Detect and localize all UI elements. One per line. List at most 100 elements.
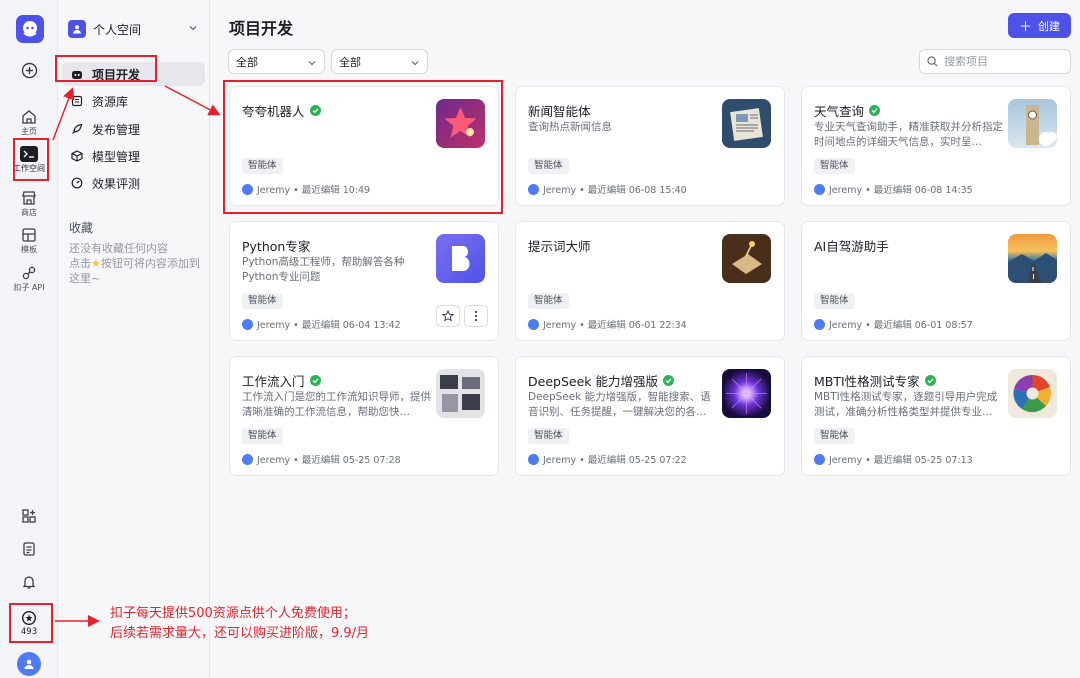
card-title: 新闻智能体 (528, 101, 591, 120)
card-tag: 智能体 (814, 293, 855, 309)
card-meta-text: Jeremy • 最近编辑 06-08 14:35 (829, 185, 973, 196)
devices-thumbnail (436, 369, 485, 418)
rocket-icon (70, 123, 84, 135)
rail-item-store[interactable]: 商店 (0, 190, 58, 218)
author-avatar-icon (242, 453, 253, 465)
road-thumbnail (1008, 234, 1057, 283)
card-meta: Jeremy • 最近编辑 06-04 13:42 (242, 317, 401, 331)
card-name: DeepSeek 能力增强版 (528, 374, 658, 389)
favorites-empty-text: 还没有收藏任何内容 点击★按钮可将内容添加到这里~ (69, 241, 201, 286)
annotation-note: 扣子每天提供500资源点供个人免费使用； 后续若需求量大，还可以购买进阶版，9.… (110, 604, 369, 644)
color-wheel-thumbnail (1008, 369, 1057, 418)
card-meta-text: Jeremy • 最近编辑 06-04 13:42 (257, 320, 401, 331)
docs-button[interactable] (0, 541, 58, 557)
card-title: DeepSeek 能力增强版 (528, 371, 674, 390)
card-description: Python高级工程师，帮助解答各种Python专业问题 (242, 256, 405, 283)
nav-item-resources[interactable]: 资源库 (62, 89, 205, 113)
bell-icon (22, 576, 36, 589)
app-logo[interactable] (16, 15, 44, 43)
card-meta: Jeremy • 最近编辑 06-08 15:40 (528, 182, 687, 196)
more-button[interactable] (464, 305, 488, 327)
card-tag: 智能体 (528, 293, 569, 309)
nav-item-publish[interactable]: 发布管理 (62, 117, 205, 141)
card-meta-text: Jeremy • 最近编辑 05-25 07:13 (829, 455, 973, 466)
rail-label-home: 主页 (21, 127, 37, 136)
user-icon (17, 652, 41, 676)
card-title: Python专家 (242, 236, 310, 255)
author-avatar-icon (814, 183, 825, 195)
plus-circle-icon (21, 62, 37, 79)
person-icon (68, 20, 86, 38)
author-avatar-icon (528, 318, 539, 330)
author-avatar-icon (528, 453, 539, 465)
project-card-mbti[interactable]: MBTI性格测试专家 MBTI性格测试专家，逐题引导用户完成测试，准确分析性格类… (801, 356, 1071, 476)
card-tag: 智能体 (242, 428, 283, 444)
b-logo-thumbnail (436, 234, 485, 283)
verified-icon (309, 375, 321, 386)
annotation-line1: 扣子每天提供500资源点供个人免费使用； (110, 606, 356, 621)
project-card-news[interactable]: 新闻智能体 查询热点新闻信息 智能体 Jeremy • 最近编辑 06-08 1… (515, 86, 785, 206)
card-meta: Jeremy • 最近编辑 05-25 07:13 (814, 452, 973, 466)
card-meta-text: Jeremy • 最近编辑 05-25 07:22 (543, 455, 687, 466)
burst-thumbnail (722, 369, 771, 418)
card-title: 提示词大师 (528, 236, 591, 255)
project-card-prompt[interactable]: 提示词大师 智能体 Jeremy • 最近编辑 06-01 22:34 (515, 221, 785, 341)
create-label: 创建 (1038, 19, 1060, 33)
space-name: 个人空间 (93, 22, 142, 37)
star-outline-icon (442, 310, 454, 322)
rail-label-templates: 模板 (21, 245, 37, 254)
rail-item-api[interactable]: 扣子 API (0, 265, 58, 293)
rail-item-home[interactable]: 主页 (0, 109, 58, 137)
project-card-python[interactable]: Python专家 Python高级工程师，帮助解答各种Python专业问题 智能… (229, 221, 499, 341)
weather-tower-thumbnail (1008, 99, 1057, 148)
notifications-button[interactable] (0, 574, 58, 590)
author-avatar-icon (528, 183, 539, 195)
card-meta: Jeremy • 最近编辑 05-25 07:28 (242, 452, 401, 466)
verified-icon (924, 375, 936, 386)
card-tag: 智能体 (814, 158, 855, 174)
card-name: MBTI性格测试专家 (814, 374, 920, 389)
favorite-button[interactable] (436, 305, 460, 327)
project-card-weather[interactable]: 天气查询 专业天气查询助手，精准获取并分析指定时间地点的详细天气信息，实时呈… … (801, 86, 1071, 206)
document-icon (23, 542, 35, 556)
chevron-down-icon (411, 61, 419, 66)
card-name: 工作流入门 (242, 374, 305, 389)
project-card-deepseek[interactable]: DeepSeek 能力增强版 DeepSeek 能力增强版，智能搜索、语音识别、… (515, 356, 785, 476)
create-plus-button[interactable] (0, 62, 58, 79)
template-icon (22, 228, 36, 242)
verified-icon (869, 105, 881, 116)
card-tag: 智能体 (814, 428, 855, 444)
search-input[interactable] (944, 55, 1054, 68)
page-title: 项目开发 (229, 19, 294, 38)
search-box[interactable] (919, 49, 1071, 74)
nav-label-publish: 发布管理 (92, 122, 141, 137)
card-description: 查询热点新闻信息 (528, 121, 612, 133)
left-rail: 主页 工作空间 商店 模板 扣子 API 493 (0, 0, 58, 678)
filter-owner-select[interactable]: 全部 (331, 49, 428, 74)
favorites-empty-line2: 点击 (69, 257, 91, 270)
favorites-title: 收藏 (69, 221, 94, 235)
newspaper-thumbnail (722, 99, 771, 148)
highlight-project-nav (55, 55, 157, 82)
card-name: 天气查询 (814, 104, 865, 119)
nav-item-evaluation[interactable]: 效果评测 (62, 171, 205, 195)
user-avatar[interactable] (0, 652, 58, 676)
apps-grid-icon (22, 509, 36, 523)
project-card-workflow[interactable]: 工作流入门 工作流入门是您的工作流知识导师，提供清晰准确的工作流信息，帮助您快…… (229, 356, 499, 476)
card-name: AI自驾游助手 (814, 239, 889, 254)
space-switcher[interactable]: 个人空间 (68, 17, 202, 41)
card-meta: Jeremy • 最近编辑 06-08 14:35 (814, 182, 973, 196)
card-meta-text: Jeremy • 最近编辑 06-01 22:34 (543, 320, 687, 331)
scroll-thumbnail (722, 234, 771, 283)
card-tag: 智能体 (528, 428, 569, 444)
card-description: 工作流入门是您的工作流知识导师，提供清晰准确的工作流信息，帮助您快… (242, 391, 431, 418)
card-meta-text: Jeremy • 最近编辑 06-01 08:57 (829, 320, 973, 331)
project-card-roadtrip[interactable]: AI自驾游助手 智能体 Jeremy • 最近编辑 06-01 08:57 (801, 221, 1071, 341)
nav-item-models[interactable]: 模型管理 (62, 144, 205, 168)
rail-item-templates[interactable]: 模板 (0, 227, 58, 255)
scan-button[interactable] (0, 508, 58, 524)
gauge-icon (70, 177, 84, 189)
filter-type-select[interactable]: 全部 (228, 49, 325, 74)
create-button[interactable]: ＋ 创建 (1008, 13, 1071, 38)
author-avatar-icon (814, 453, 825, 465)
